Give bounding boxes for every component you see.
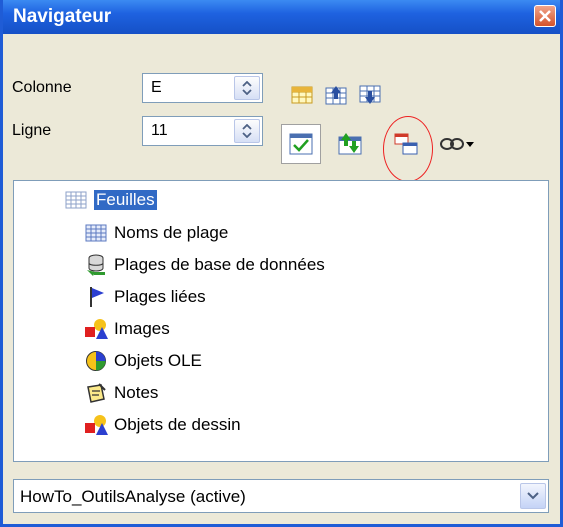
tree-item-ole-objects[interactable]: Objets OLE [84,346,202,376]
tree-item-database-ranges[interactable]: Plages de base de données [84,250,325,280]
tree-item-linked-areas[interactable]: Plages liées [84,282,206,312]
row-spin-buttons[interactable] [234,119,260,143]
tree-item-drawing-objects[interactable]: Objets de dessin [84,410,241,440]
data-range-icon [291,86,313,104]
tree-item-label: Noms de plage [114,223,229,242]
tree-item-label: Plages de base de données [114,255,325,274]
title-bar[interactable]: Navigateur [3,0,560,34]
column-value[interactable]: E [151,79,162,97]
notes-icon [84,381,108,405]
ole-object-icon [84,349,108,373]
tree-item-label: Objets de dessin [114,415,241,434]
row-spinfield[interactable]: 11 [142,116,263,146]
tree-item-notes[interactable]: Notes [84,378,158,408]
link-icon [440,138,464,150]
toggle-button[interactable] [337,131,363,157]
range-names-icon [84,221,108,245]
spin-down-icon[interactable] [242,89,252,95]
sheets-icon [64,188,88,212]
start-button[interactable] [323,82,349,108]
linked-area-icon [84,285,108,309]
tree-item-range-names[interactable]: Noms de plage [84,218,228,248]
window-title: Navigateur [13,6,112,27]
spin-up-icon[interactable] [242,124,252,130]
dropdown-arrow-icon [466,141,474,147]
tree-item-label: Feuilles [94,190,157,210]
tree-item-label: Notes [114,383,159,402]
toggle-icon [338,133,362,155]
drag-mode-dropdown[interactable] [463,131,477,157]
document-select-value: HowTo_OutilsAnalyse (active) [20,487,246,506]
start-icon [325,86,347,105]
images-icon [84,317,108,341]
tree-item-label: Objets OLE [114,351,202,370]
end-button[interactable] [357,82,383,108]
close-button[interactable] [534,5,556,27]
annotation-circle [383,116,433,182]
document-select[interactable]: HowTo_OutilsAnalyse (active) [13,479,549,513]
tree-item-label: Images [114,319,170,338]
end-icon [359,85,381,104]
spin-up-icon[interactable] [242,81,252,87]
tree-item-sheets[interactable]: Feuilles [64,185,157,215]
contents-check-icon [289,133,313,155]
row-value[interactable]: 11 [151,122,168,140]
navigator-window: Navigateur Colonne E Ligne 11 Feuilles N… [0,0,563,527]
close-icon [539,10,551,22]
navigator-tree[interactable]: Feuilles Noms de plage Plages de base de… [13,180,549,462]
drag-mode-button[interactable] [439,131,465,157]
document-dropdown-button[interactable] [520,483,546,509]
column-spin-buttons[interactable] [234,76,260,100]
data-range-button[interactable] [289,82,315,108]
contents-toggle-button[interactable] [281,124,321,164]
tree-item-images[interactable]: Images [84,314,170,344]
tree-item-label: Plages liées [114,287,206,306]
spin-down-icon[interactable] [242,132,252,138]
database-range-icon [84,253,108,277]
column-spinfield[interactable]: E [142,73,263,103]
chevron-down-icon [527,492,539,500]
column-label: Colonne [12,79,72,96]
row-label: Ligne [12,122,52,139]
drawing-object-icon [84,413,108,437]
